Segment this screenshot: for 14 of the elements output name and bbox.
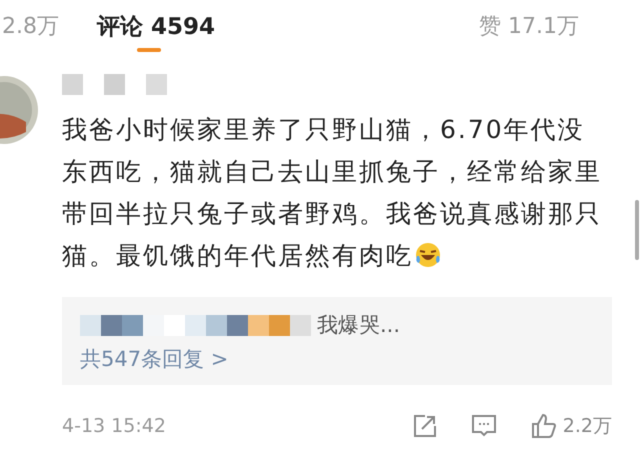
avatar-icon[interactable] <box>0 74 38 146</box>
reply-text: 我爆哭... <box>317 312 400 339</box>
comment-icon[interactable] <box>470 414 497 438</box>
share-icon[interactable] <box>412 414 437 438</box>
tab[interactable]: 2.8万 <box>2 11 59 41</box>
like-count: 2.2万 <box>562 414 612 439</box>
comment-text: 我爸小时候家里养了只野山猫，6.70年代没 东西吃，猫就自己去山里抓兔子，经常给家里 带回半拉只兔子或者野鸡。我爸说真感谢那只 猫。最饥饿的年代居然有肉吃 <box>62 114 603 272</box>
comment-time: 4-13 15:42 <box>62 415 166 437</box>
thumbs-up-icon[interactable] <box>530 413 557 439</box>
more-replies-link[interactable]: 共547条回复 > <box>80 345 228 373</box>
laughing-emoji-icon <box>415 242 441 268</box>
scrollbar <box>635 200 639 260</box>
tab[interactable]: 赞 17.1万 <box>479 11 579 41</box>
tab[interactable]: 评论 4594 <box>97 10 216 52</box>
